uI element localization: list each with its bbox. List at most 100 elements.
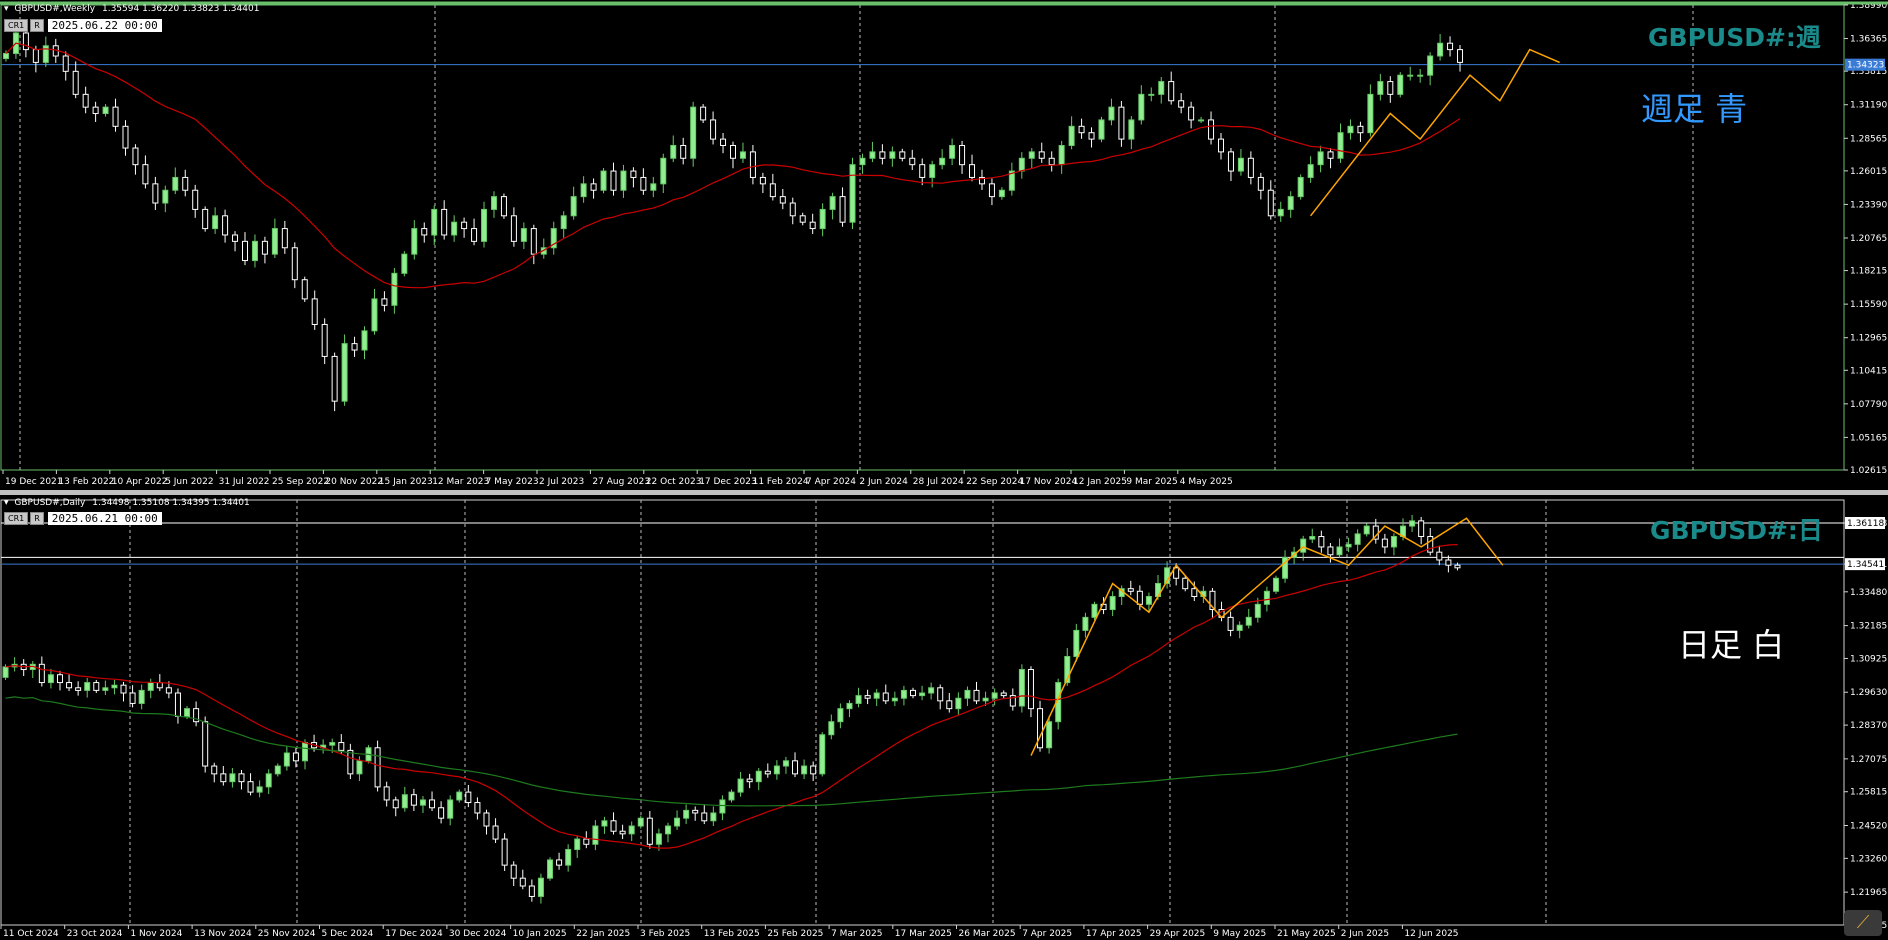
candle-body [211,765,218,775]
y-tick-label: 1.29630 [1850,688,1887,698]
candle-body [292,752,299,762]
y-tick-label: 1.05165 [1850,433,1887,443]
candle-body [670,144,677,159]
candle-body [1272,577,1279,592]
x-tick-label: 11 Oct 2024 [3,929,59,939]
candle-body [182,176,189,191]
y-tick-label: 1.31190 [1850,101,1887,111]
candle-body [82,93,89,108]
weekly-symbol-label: GBPUSD#:週 [1648,23,1821,52]
candle-body [147,682,154,691]
candle-body [92,106,99,115]
candle-body [674,817,681,827]
candle-body [1158,81,1165,95]
y-tick-label: 1.33480 [1850,588,1887,598]
moving-average-red-line [5,543,1458,849]
candle-body [746,778,753,783]
x-tick-label: 2 Jun 2024 [859,477,908,487]
candle-body [1108,106,1115,121]
candle-body [1109,596,1116,611]
daily-header: ▾ GBPUSD#,Daily 1.34498 1.35108 1.34395 … [4,498,250,508]
candle-body [809,221,816,230]
candle-body [655,833,662,845]
candle-body [879,151,886,159]
candle-body [919,164,926,178]
tag-cr1[interactable]: CR1 [4,19,29,32]
candle-body [321,323,328,357]
y-tick-label: 1.25815 [1850,788,1887,798]
candle-body [490,196,497,210]
candle-body [172,176,179,191]
candle-body [242,240,248,262]
candle-body [710,812,717,822]
weekly-datetime: 2025.06.22 00:00 [47,19,162,32]
candle-body [84,682,91,691]
tag-r[interactable]: R [30,512,44,525]
daily-ohlc: 1.34498 1.35108 1.34395 1.34401 [92,498,250,508]
collapse-triangle-icon[interactable]: ▾ [4,498,9,508]
x-tick-label: 13 Nov 2024 [194,929,252,939]
weekly-header: ▾ GBPUSD#,Weekly 1.35594 1.36220 1.33823… [4,4,259,14]
candle-body [383,786,390,801]
tag-r[interactable]: R [30,19,44,32]
candle-body [202,721,209,767]
candle-body [628,825,635,835]
candle-body [38,663,45,684]
candle-body [1277,208,1284,217]
candle-body [347,749,354,775]
candle-body [1309,536,1316,540]
x-tick-label: 22 Sep 2024 [966,477,1023,487]
y-tick-label: 1.15590 [1850,300,1887,310]
y-tick-label: 1.20765 [1850,234,1887,244]
candle-body [165,687,172,694]
candle-body [471,228,478,242]
candle-body [1046,721,1053,749]
candle-body [949,144,956,159]
daily-chart-pane[interactable]: 1.36118 1.34541 1.33480 1.32185 1.30925 1.296… [0,495,1888,940]
price-marker-label: 1.34323 [1847,61,1884,71]
candle-body [1028,151,1035,159]
candle-body [1088,132,1095,140]
candle-body [391,272,398,306]
candle-body [47,674,54,684]
x-tick-label: 25 Sep 2022 [272,477,329,487]
candle-body [291,247,298,281]
tag-cr1[interactable]: CR1 [4,512,29,525]
zigzag-line [1030,517,1504,756]
weekly-chart-pane[interactable]: 1.38990 1.36365 1.33815 1.31190 1.28565 1.260… [0,0,1888,490]
candle-body [590,183,597,191]
candle-body [929,164,936,178]
candle-body [356,760,363,775]
candle-body [351,343,358,351]
candle-body [1208,119,1215,140]
candle-body [1018,669,1025,707]
candle-body [1409,520,1416,527]
weekly-chart-svg[interactable]: 1.389901.363651.338151.311901.285651.260… [0,0,1888,490]
candle-body [769,183,776,198]
candle-body [946,700,953,710]
candle-body [1188,106,1195,121]
candle-body [192,189,199,210]
candle-body [1307,164,1314,178]
y-tick-label: 1.02615 [1850,466,1887,476]
x-tick-label: 13 Feb 2025 [704,929,760,939]
candle-body [849,164,856,223]
x-tick-label: 9 May 2025 [1213,929,1266,939]
collapse-triangle-icon[interactable]: ▾ [4,4,9,14]
candle-body [799,215,806,223]
candle-body [1327,546,1334,556]
x-tick-label: 17 Mar 2025 [895,929,952,939]
candle-body [864,695,871,699]
candle-body [1145,596,1152,605]
candle-body [1236,624,1243,631]
daily-chart-svg[interactable]: 1.36118 1.34541 1.33480 1.32185 1.30925 1.296… [0,495,1888,940]
candle-body [465,791,472,804]
y-tick-label: 1.27075 [1850,755,1887,765]
candle-body [1091,603,1098,618]
candle-body [1198,119,1205,122]
candle-body [56,674,63,684]
candle-body [519,877,526,887]
candle-body [1247,157,1254,178]
candle-body [1027,669,1034,710]
candle-body [973,689,980,702]
